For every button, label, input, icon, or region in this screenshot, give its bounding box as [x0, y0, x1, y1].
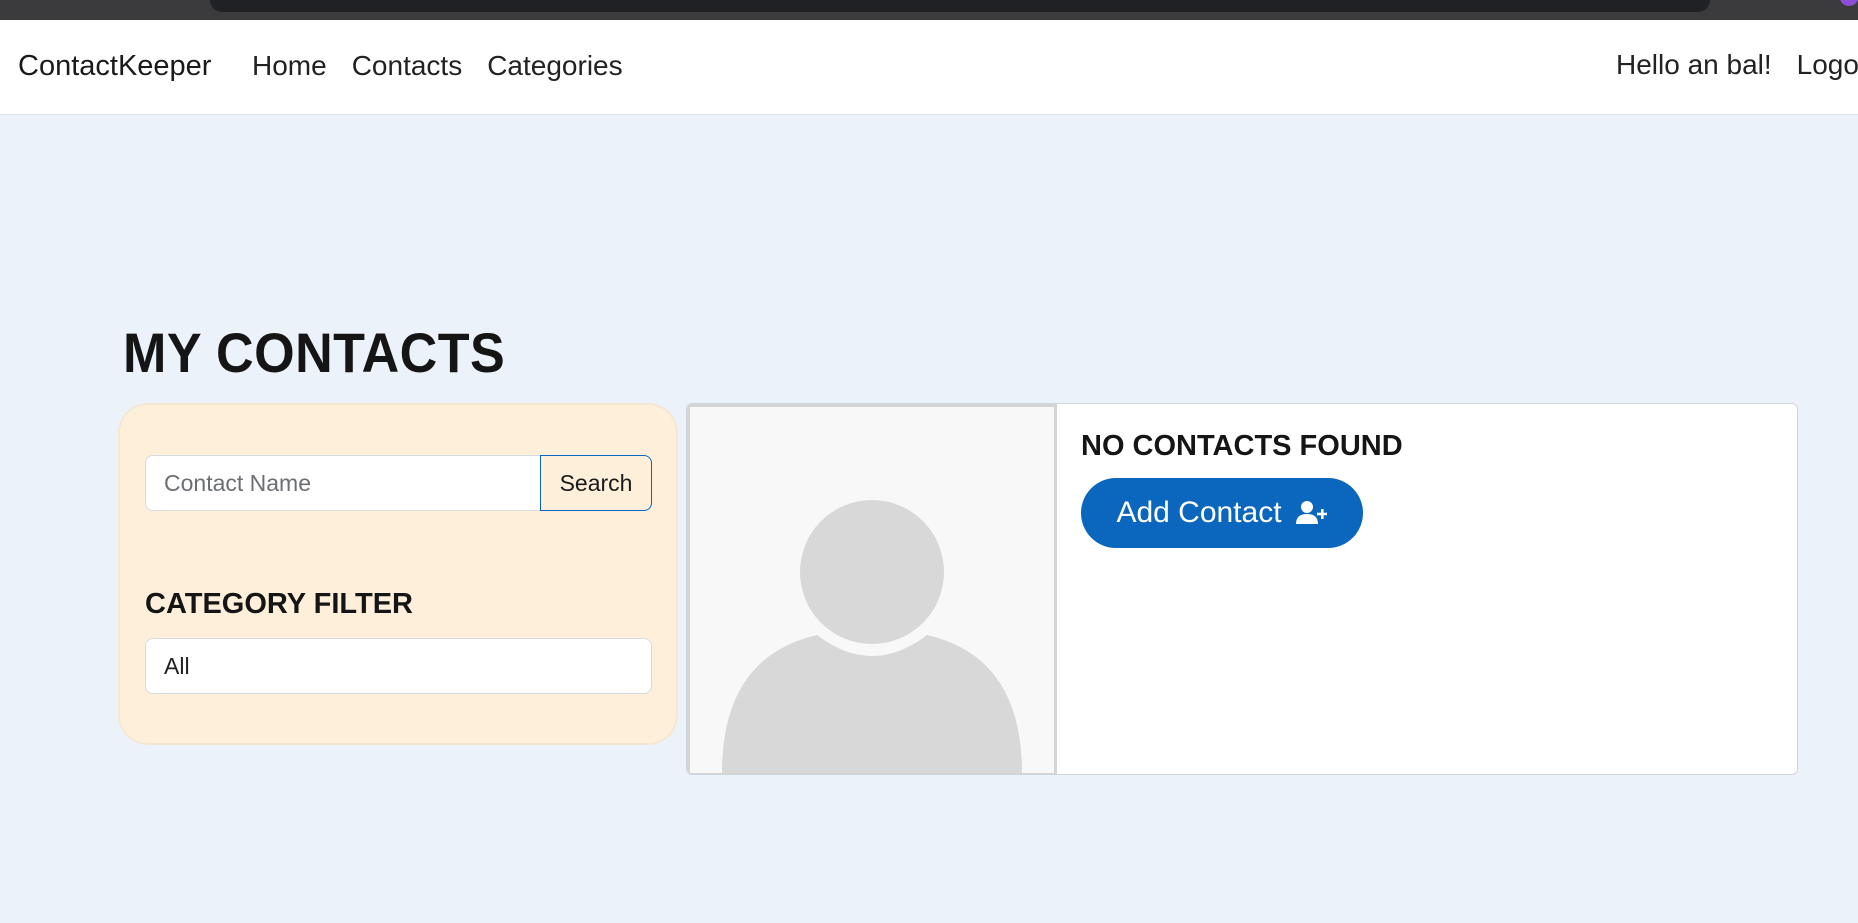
- empty-state-message: NO CONTACTS FOUND: [1081, 430, 1403, 462]
- nav-contacts-link[interactable]: Contacts: [352, 50, 463, 82]
- category-select[interactable]: All: [145, 638, 652, 694]
- contact-search-input[interactable]: [145, 455, 540, 511]
- logout-link[interactable]: Logout: [1797, 49, 1858, 81]
- add-contact-label: Add Contact: [1116, 496, 1282, 529]
- user-greeting: Hello an bal!: [1616, 49, 1772, 80]
- nav-categories-link[interactable]: Categories: [487, 50, 622, 82]
- nav-user-area: Hello an bal! Logout: [1616, 49, 1858, 81]
- browser-chrome: [0, 0, 1858, 20]
- browser-profile-icon[interactable]: [1840, 0, 1858, 6]
- browser-address-bar[interactable]: [210, 0, 1710, 12]
- category-filter-heading: CATEGORY FILTER: [145, 588, 413, 620]
- search-group: Search: [145, 455, 652, 511]
- search-button[interactable]: Search: [540, 455, 652, 511]
- nav-home-link[interactable]: Home: [252, 50, 327, 82]
- contact-result-card: NO CONTACTS FOUND Add Contact: [686, 403, 1798, 775]
- add-contact-button[interactable]: Add Contact: [1081, 478, 1363, 548]
- avatar-placeholder: [687, 404, 1057, 774]
- top-navbar: ContactKeeper Home Contacts Categories H…: [0, 20, 1858, 115]
- person-placeholder-icon: [722, 500, 1022, 773]
- user-plus-icon: [1295, 501, 1327, 524]
- brand-link[interactable]: ContactKeeper: [18, 50, 211, 83]
- page-title: MY CONTACTS: [123, 321, 506, 384]
- filter-panel: Search CATEGORY FILTER All: [120, 405, 676, 743]
- nav-links: Home Contacts Categories: [252, 50, 623, 82]
